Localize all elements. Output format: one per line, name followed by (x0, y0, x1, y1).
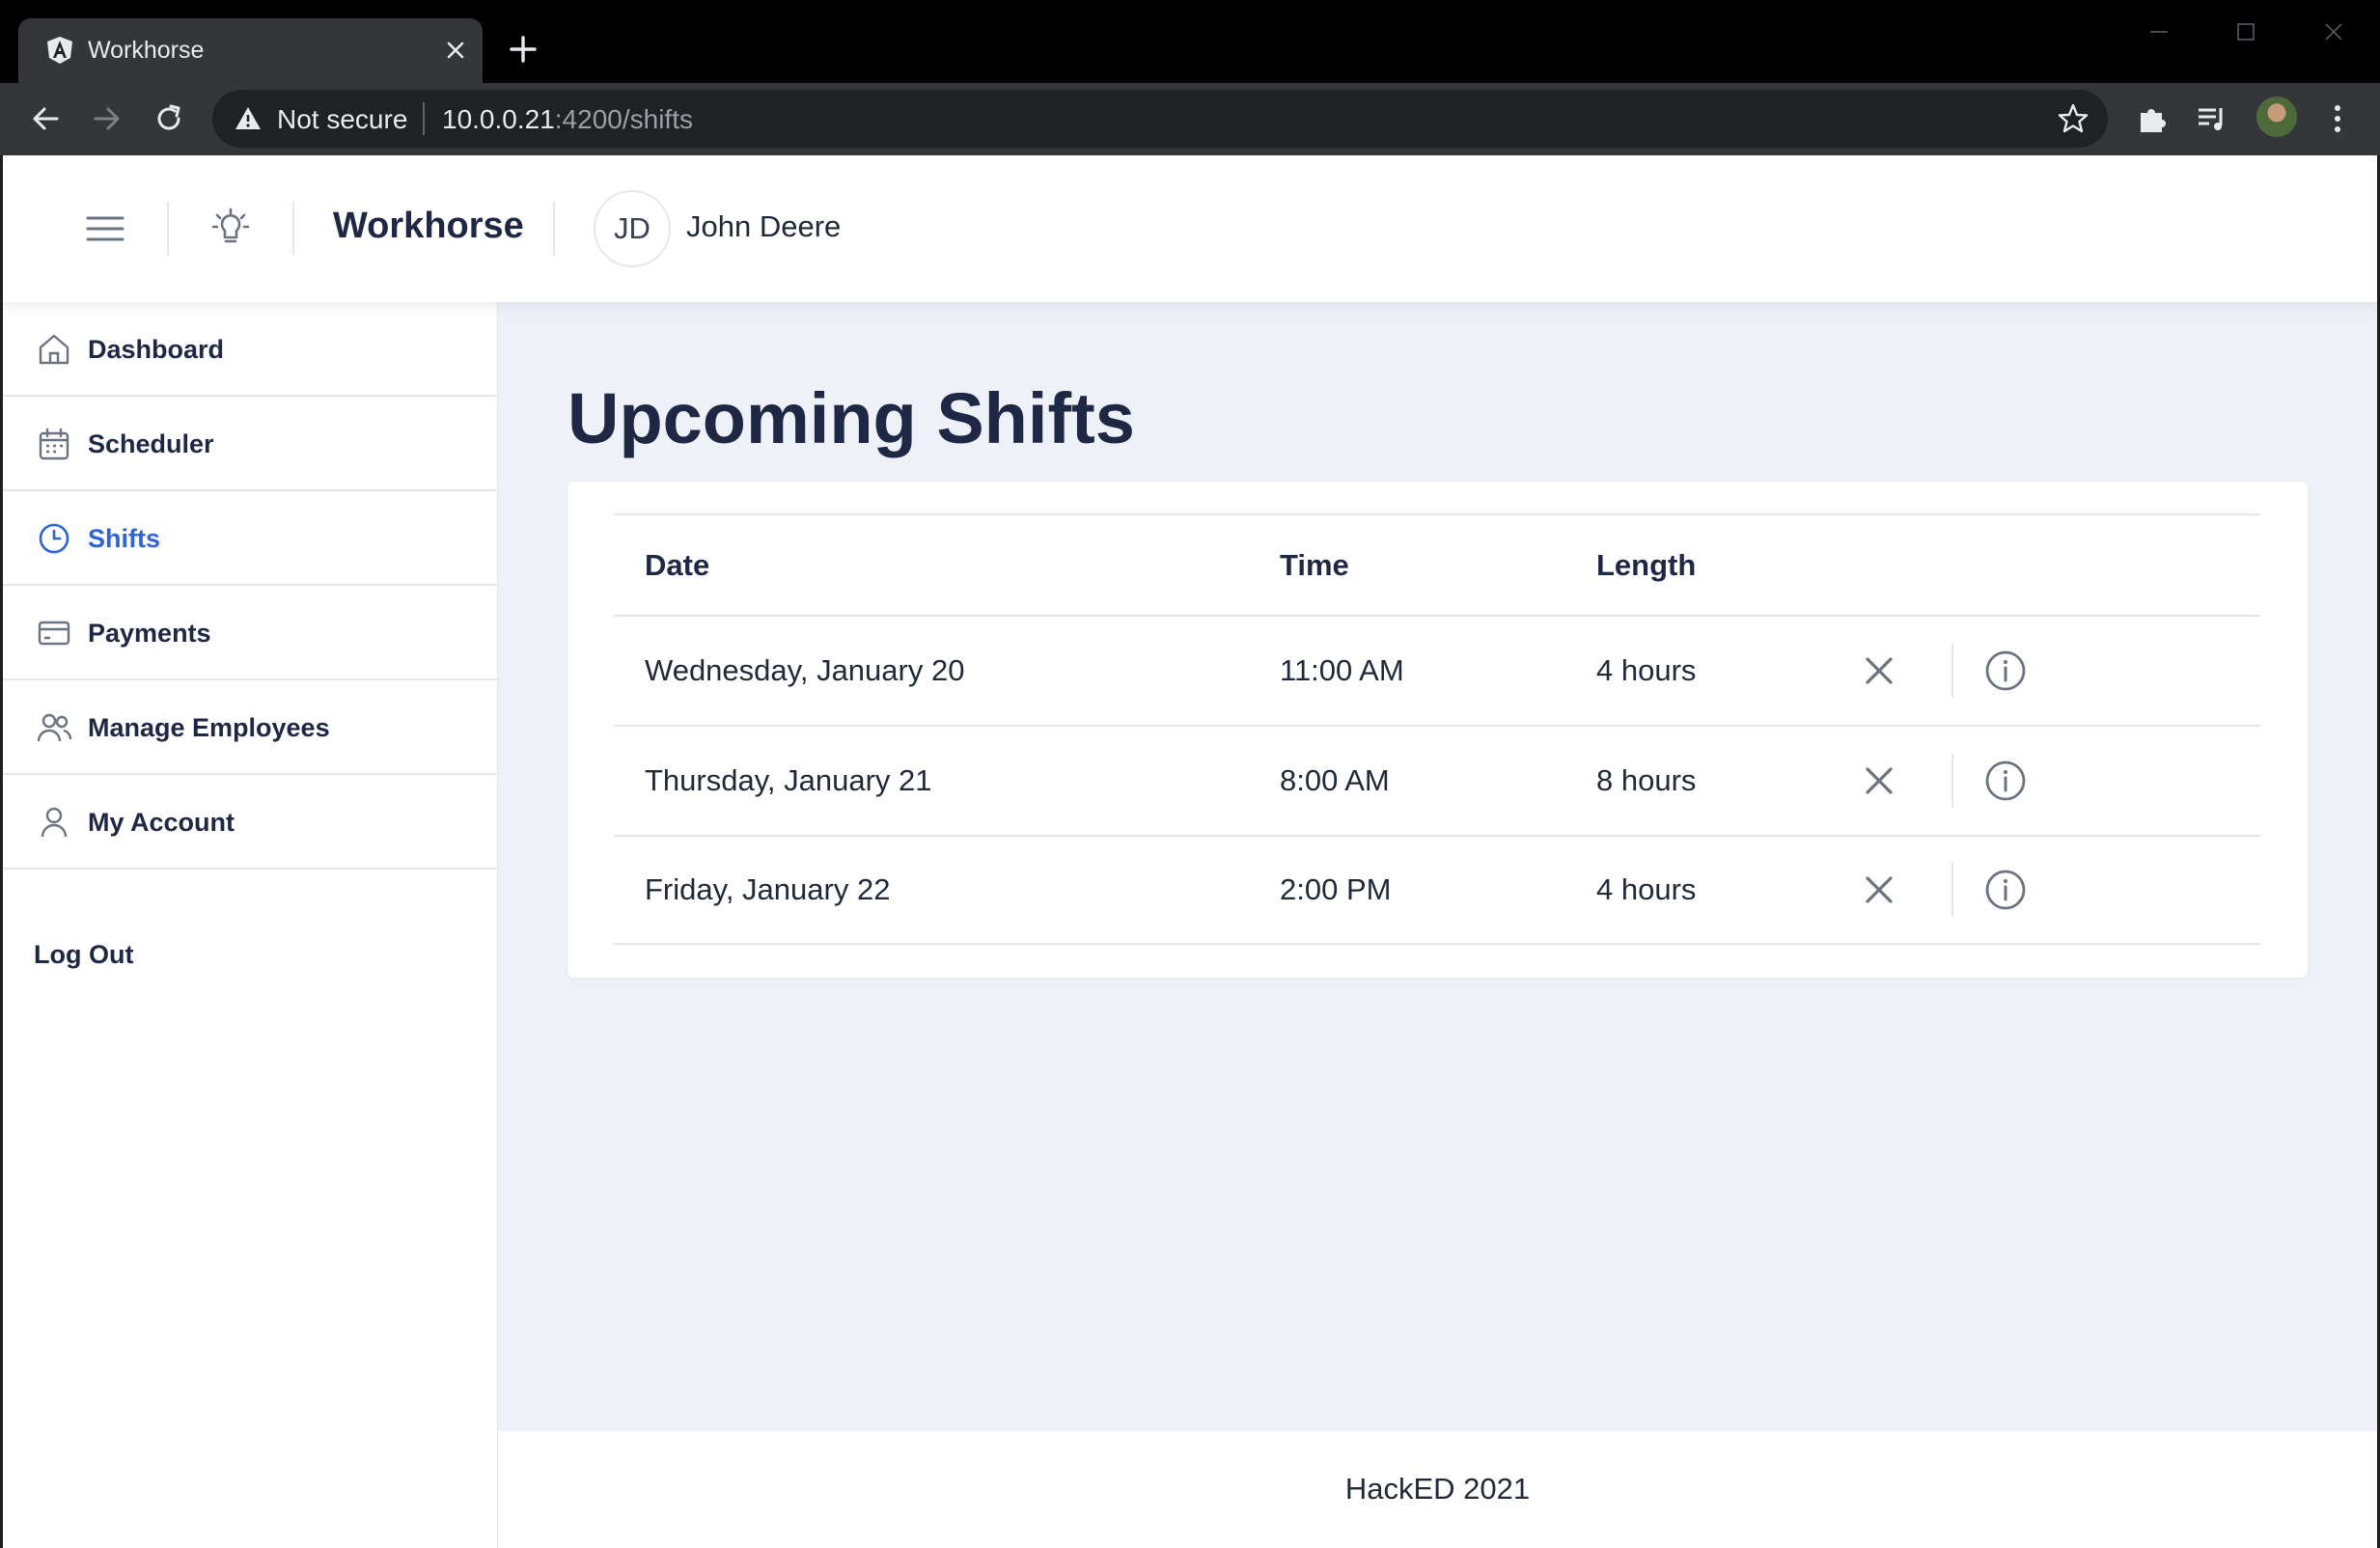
url-path: :4200/shifts (554, 104, 693, 134)
cancel-shift-icon[interactable] (1859, 760, 1899, 801)
menu-kebab-icon[interactable] (2318, 99, 2357, 138)
sidebar-item-dashboard[interactable]: Dashboard (3, 302, 498, 397)
sidebar-item-label: Shifts (88, 524, 161, 553)
row-actions (614, 617, 2260, 725)
cancel-shift-icon[interactable] (1859, 870, 1899, 910)
page-title: Upcoming Shifts (567, 378, 1135, 458)
sidebar-item-label: Payments (88, 619, 211, 648)
browser-chrome: Workhorse Not secure 10.0.0.21:4200/shif… (0, 0, 2380, 155)
sidebar: Dashboard Scheduler Shifts Payments Mana… (0, 302, 498, 1548)
close-tab-icon[interactable] (440, 35, 471, 66)
main-content: Upcoming Shifts Date Time Length Wednesd… (498, 302, 2380, 1431)
action-divider (1951, 863, 1953, 917)
address-bar[interactable]: Not secure 10.0.0.21:4200/shifts (212, 90, 2108, 148)
sidebar-item-label: My Account (88, 808, 235, 837)
row-actions (614, 727, 2260, 835)
info-icon[interactable] (1982, 867, 2029, 913)
sidebar-item-payments[interactable]: Payments (3, 586, 498, 680)
cancel-shift-icon[interactable] (1859, 650, 1899, 691)
sidebar-item-label: Dashboard (88, 335, 225, 364)
media-queue-icon[interactable] (2193, 99, 2231, 138)
angular-logo-icon (47, 37, 72, 64)
table-header-row: Date Time Length (614, 513, 2260, 615)
sidebar-item-shifts[interactable]: Shifts (3, 491, 498, 586)
header-divider (292, 202, 294, 256)
sidebar-item-label: Manage Employees (88, 713, 330, 742)
user-avatar[interactable]: JD (594, 190, 671, 267)
extensions-puzzle-icon[interactable] (2133, 99, 2172, 138)
url-host: 10.0.0.21 (442, 104, 555, 134)
users-icon (37, 713, 72, 742)
new-tab-icon[interactable] (507, 33, 540, 66)
calendar-icon (39, 428, 69, 460)
sidebar-item-manage-employees[interactable]: Manage Employees (3, 680, 498, 775)
user-name[interactable]: John Deere (686, 209, 841, 244)
maximize-icon[interactable] (2229, 15, 2262, 48)
footer-text: HackED 2021 (1344, 1472, 1531, 1506)
footer: HackED 2021 (498, 1431, 2380, 1548)
reload-icon[interactable] (150, 99, 188, 138)
close-window-icon[interactable] (2317, 15, 2350, 48)
table-row: Wednesday, January 20 11:00 AM 4 hours (614, 615, 2260, 725)
info-icon[interactable] (1982, 648, 2029, 694)
action-divider (1951, 754, 1953, 808)
clock-icon (39, 523, 69, 554)
logout-link[interactable]: Log Out (34, 940, 133, 970)
header-divider (553, 202, 555, 256)
sidebar-item-scheduler[interactable]: Scheduler (3, 397, 498, 491)
shifts-table: Date Time Length Wednesday, January 20 1… (614, 513, 2260, 945)
minimize-icon[interactable] (2143, 15, 2175, 48)
address-divider (423, 102, 425, 135)
table-row: Friday, January 22 2:00 PM 4 hours (614, 835, 2260, 945)
info-icon[interactable] (1982, 758, 2029, 804)
sidebar-item-label: Scheduler (88, 429, 214, 458)
home-icon (39, 334, 69, 365)
forward-icon[interactable] (88, 99, 126, 138)
browser-toolbar: Not secure 10.0.0.21:4200/shifts (0, 83, 2380, 155)
header-divider (167, 202, 169, 256)
user-icon (41, 807, 68, 838)
credit-card-icon (38, 621, 70, 646)
back-icon[interactable] (26, 99, 65, 138)
sidebar-item-my-account[interactable]: My Account (3, 775, 498, 870)
browser-tab[interactable]: Workhorse (18, 18, 483, 83)
brand-title[interactable]: Workhorse (333, 206, 524, 247)
profile-avatar[interactable] (2256, 97, 2297, 137)
url-text[interactable]: 10.0.0.21:4200/shifts (442, 104, 693, 135)
table-row: Thursday, January 21 8:00 AM 8 hours (614, 725, 2260, 835)
action-divider (1951, 644, 1953, 698)
hamburger-menu-icon[interactable] (78, 202, 132, 256)
tab-title: Workhorse (88, 37, 205, 64)
warning-icon[interactable] (234, 104, 263, 133)
column-header-date: Date (645, 547, 710, 582)
row-actions (614, 837, 2260, 943)
security-label[interactable]: Not secure (277, 104, 407, 135)
shifts-card: Date Time Length Wednesday, January 20 1… (567, 482, 2308, 978)
bookmark-star-icon[interactable] (2056, 101, 2090, 136)
column-header-time: Time (1280, 547, 1349, 582)
app-header: Workhorse JD John Deere (0, 155, 2380, 302)
lightbulb-theme-icon[interactable] (204, 202, 258, 256)
column-header-length: Length (1596, 547, 1697, 582)
